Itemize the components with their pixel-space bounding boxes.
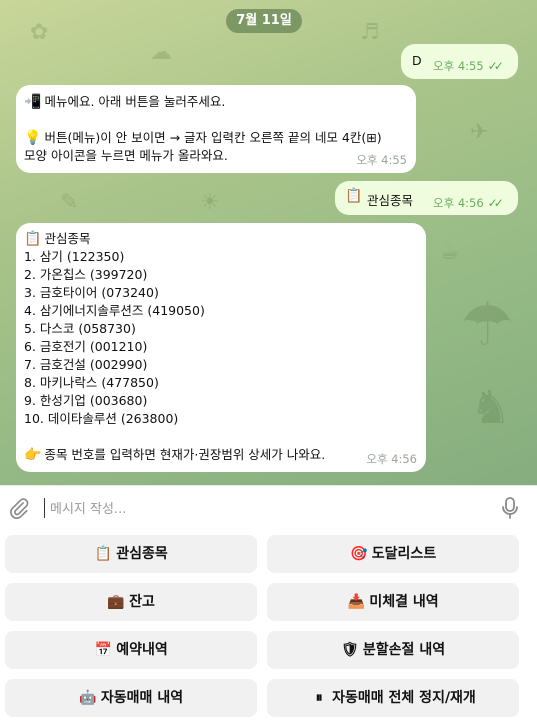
reply-keyboard: 📋 관심종목 🎯 도달리스트 💼 잔고 📥 미체결 내역 📅 예약내역 🛡 분할손절 내역 …: [0, 531, 537, 722]
list-item: 1. 삼기 (122350): [24, 249, 125, 264]
message-line: 버튼(메뉴)이 안 보이면 → 글자 입력칸 오른쪽 끝의 네모 4칸(⊞): [44, 130, 382, 145]
robot-icon: 🤖: [79, 690, 97, 706]
calendar-icon: 📅: [94, 642, 112, 658]
text-caret: [44, 498, 45, 518]
message-line: 메뉴에요. 아래 버튼을 눌러주세요.: [44, 94, 226, 109]
button-label: 자동매매 내역: [100, 690, 184, 706]
list-item: 9. 한성기업 (003680): [24, 393, 148, 408]
pointing-hand-icon: 👉: [24, 447, 42, 463]
keyboard-button-balance[interactable]: 💼 잔고: [5, 583, 257, 621]
doodle-icon: ✿: [30, 20, 49, 45]
briefcase-icon: 💼: [107, 594, 125, 610]
list-item: 6. 금호전기 (001210): [24, 339, 148, 354]
list-item: 5. 다스코 (058730): [24, 321, 136, 336]
message-outgoing[interactable]: D 오후 4:55 ✓✓: [401, 44, 518, 79]
doodle-icon: ☀: [200, 190, 220, 215]
list-item: 3. 금호타이어 (073240): [24, 285, 159, 300]
keyboard-button-split-stoploss[interactable]: 🛡 분할손절 내역: [267, 631, 519, 669]
read-ticks-icon: ✓✓: [487, 59, 504, 73]
message-time: 오후 4:56: [366, 452, 417, 466]
pause-icon: ⏸: [315, 690, 323, 706]
message-time: 오후 4:55: [356, 153, 407, 167]
message-line: 모양 아이콘을 누르면 메뉴가 올라와요.: [24, 148, 228, 163]
keyboard-button-reached-list[interactable]: 🎯 도달리스트: [267, 535, 519, 573]
keyboard-button-watchlist[interactable]: 📋 관심종목: [5, 535, 257, 573]
doodle-icon: ♬: [360, 20, 380, 45]
shield-icon: 🛡: [341, 642, 359, 658]
phone-arrow-icon: 📲: [24, 94, 42, 110]
list-item: 8. 마키나락스 (477850): [24, 375, 159, 390]
keyboard-button-reservations[interactable]: 📅 예약내역: [5, 631, 257, 669]
button-label: 분할손절 내역: [362, 642, 446, 658]
inbox-tray-icon: 📥: [347, 594, 366, 610]
chat-background: ✿ ☁ ♬ ✈ ☂ ♞ ☀ ✎ ☕ 7월 11일 D 오후 4:55 ✓✓ 📲 메뉴…: [0, 0, 537, 485]
button-label: 자동매매 전체 정지/재개: [332, 690, 476, 706]
message-outgoing[interactable]: 📋 관심종목 오후 4:56 ✓✓: [335, 181, 518, 215]
button-label: 미체결 내역: [369, 594, 439, 610]
keyboard-button-autotrade-pause[interactable]: ⏸ 자동매매 전체 정지/재개: [267, 679, 519, 717]
list-item: 2. 가온칩스 (399720): [24, 267, 148, 282]
list-item: 4. 삼기에너지솔루션즈 (419050): [24, 303, 205, 318]
message-incoming[interactable]: 📲 메뉴에요. 아래 버튼을 눌러주세요. 💡 버튼(메뉴)이 안 보이면 → 글자…: [16, 85, 416, 173]
message-time: 오후 4:55: [433, 59, 484, 73]
button-label: 도달리스트: [371, 546, 437, 562]
message-composer: [0, 485, 537, 532]
watchlist-title: 관심종목: [44, 231, 91, 246]
microphone-icon[interactable]: [500, 496, 520, 520]
lightbulb-icon: 💡: [24, 130, 42, 146]
doodle-icon: ☕: [440, 240, 460, 265]
list-item: 10. 데이타솔루션 (263800): [24, 411, 179, 426]
list-item: 7. 금호건설 (002990): [24, 357, 148, 372]
doodle-icon: ☁: [150, 40, 172, 65]
paperclip-icon[interactable]: [8, 497, 30, 519]
message-incoming[interactable]: 📋 관심종목 1. 삼기 (122350) 2. 가온칩스 (399720) 3.…: [16, 223, 426, 472]
date-separator: 7월 11일: [226, 9, 302, 33]
message-text: D: [412, 53, 422, 68]
doodle-icon: ☂: [460, 290, 514, 360]
message-time: 오후 4:56: [433, 196, 484, 210]
target-icon: 🎯: [350, 546, 368, 562]
read-ticks-icon: ✓✓: [487, 196, 504, 210]
button-label: 예약내역: [116, 642, 168, 658]
clipboard-icon: 📋: [94, 546, 112, 562]
button-label: 잔고: [129, 594, 155, 610]
doodle-icon: ✎: [60, 190, 79, 215]
keyboard-button-unfilled[interactable]: 📥 미체결 내역: [267, 583, 519, 621]
clipboard-icon: 📋: [345, 188, 363, 204]
keyboard-button-autotrade-history[interactable]: 🤖 자동매매 내역: [5, 679, 257, 717]
button-label: 관심종목: [116, 546, 168, 562]
clipboard-icon: 📋: [24, 231, 42, 247]
message-line: 종목 번호를 입력하면 현재가·권장범위 상세가 나와요.: [44, 447, 326, 462]
message-text: 관심종목: [367, 193, 414, 208]
message-input[interactable]: [48, 495, 472, 523]
doodle-icon: ✈: [470, 120, 489, 145]
doodle-icon: ♞: [470, 380, 512, 434]
